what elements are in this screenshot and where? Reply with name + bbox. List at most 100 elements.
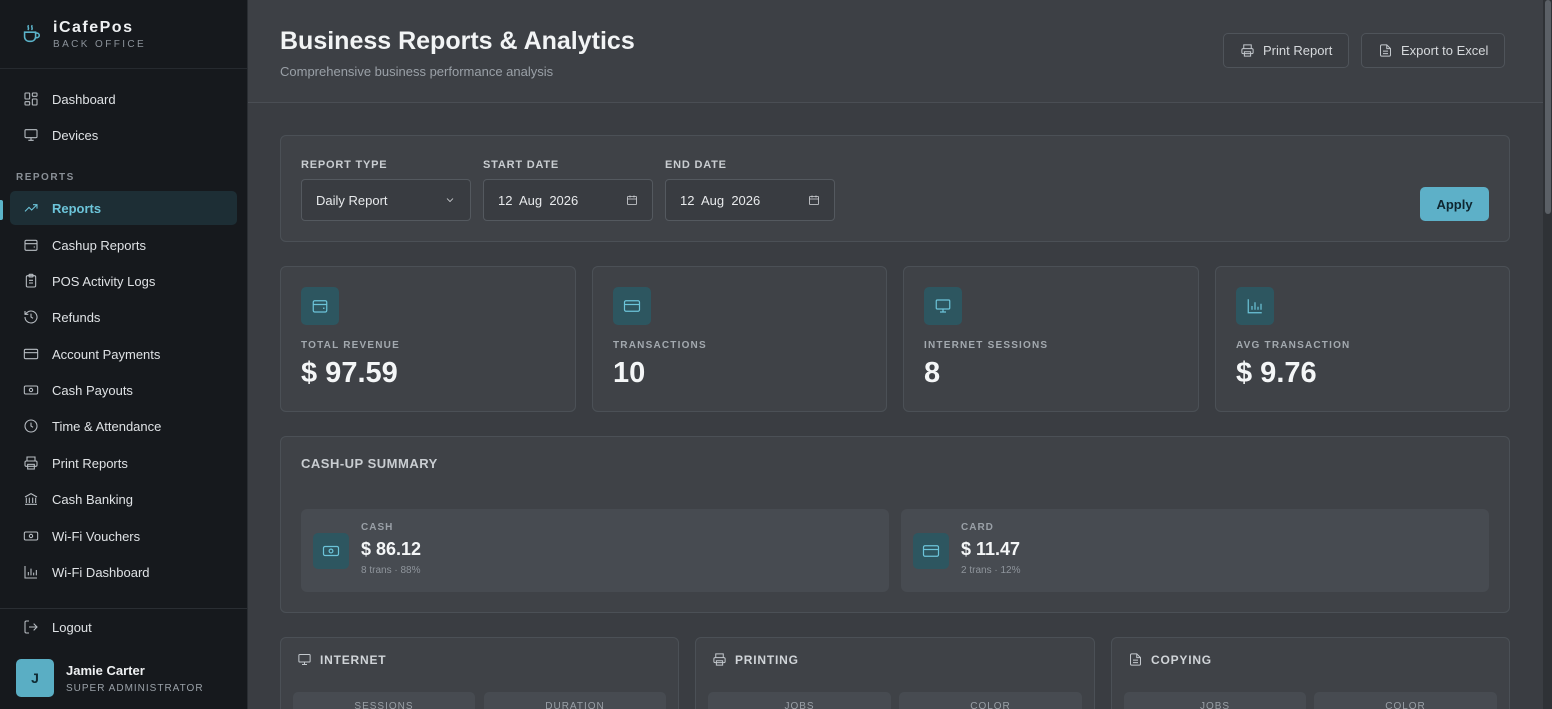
cashup-meta: 8 trans · 88%	[361, 565, 421, 576]
sidebar-item-devices[interactable]: Devices	[10, 118, 237, 152]
credit-card-icon	[23, 348, 39, 360]
user-role: SUPER ADMINISTRATOR	[66, 682, 204, 694]
printer-icon	[713, 653, 726, 666]
apply-button[interactable]: Apply	[1420, 187, 1489, 221]
sidebar-item-label: Dashboard	[52, 91, 116, 107]
sidebar-item-dashboard[interactable]: Dashboard	[10, 82, 237, 116]
sidebar-item-reports[interactable]: Reports	[10, 191, 237, 225]
stat-value: $ 9.76	[1236, 357, 1317, 389]
category-metric: SESSIONS	[293, 692, 475, 709]
cashup-value: $ 86.12	[361, 539, 422, 559]
category-metric: JOBS	[1124, 692, 1306, 709]
user-profile[interactable]: J Jamie Carter SUPER ADMINISTRATOR	[16, 659, 204, 697]
monitor-icon	[24, 129, 38, 141]
export-excel-button[interactable]: Export to Excel	[1361, 33, 1506, 68]
cashup-cash-card: CASH $ 86.12 8 trans · 88%	[301, 509, 889, 592]
category-panel-copying: COPYING JOBS COLOR	[1111, 637, 1510, 709]
page-subtitle: Comprehensive business performance analy…	[280, 64, 554, 79]
report-type-label: REPORT TYPE	[301, 159, 388, 171]
sidebar-item-label: Wi-Fi Dashboard	[52, 564, 150, 580]
active-indicator	[0, 200, 3, 220]
clipboard-icon	[25, 273, 37, 288]
sidebar: iCafePos BACK OFFICE Dashboard Devices R…	[0, 0, 248, 709]
bank-icon	[24, 493, 38, 505]
end-date-value: 12 Aug 2026	[680, 192, 761, 208]
monitor-icon	[298, 654, 311, 665]
printer-icon	[1241, 44, 1254, 57]
wallet-icon	[312, 300, 328, 313]
credit-card-icon	[623, 300, 641, 312]
sidebar-item-label: Cash Banking	[52, 491, 133, 507]
trending-up-icon	[24, 204, 38, 212]
bar-chart-icon	[24, 566, 37, 579]
stat-value: 10	[613, 357, 646, 389]
history-icon	[24, 310, 38, 324]
sidebar-item-cash-payouts[interactable]: Cash Payouts	[10, 373, 237, 407]
stat-icon-wrap	[301, 287, 339, 325]
logout-label: Logout	[52, 619, 92, 635]
sidebar-item-cashup-reports[interactable]: Cashup Reports	[10, 228, 237, 262]
sidebar-item-pos-activity-logs[interactable]: POS Activity Logs	[10, 264, 237, 298]
cashup-label: CARD	[961, 522, 994, 533]
document-icon	[1380, 44, 1391, 57]
sidebar-item-cash-banking[interactable]: Cash Banking	[10, 482, 237, 516]
end-date-input[interactable]: 12 Aug 2026	[665, 179, 835, 221]
sidebar-item-print-reports[interactable]: Print Reports	[10, 446, 237, 480]
logout-button[interactable]: Logout	[10, 610, 237, 644]
sidebar-item-refunds[interactable]: Refunds	[10, 300, 237, 334]
stat-label: AVG TRANSACTION	[1236, 340, 1351, 351]
scrollbar-thumb[interactable]	[1545, 0, 1551, 214]
report-type-select[interactable]: Daily Report	[301, 179, 471, 221]
category-metric: JOBS	[708, 692, 891, 709]
page-header: Business Reports & Analytics Comprehensi…	[248, 0, 1543, 103]
user-name: Jamie Carter	[66, 662, 145, 678]
print-report-button[interactable]: Print Report	[1223, 33, 1350, 68]
avatar: J	[16, 659, 54, 697]
sidebar-item-label: Time & Attendance	[52, 418, 162, 434]
sidebar-item-label: Account Payments	[52, 346, 161, 362]
brand-subtitle: BACK OFFICE	[53, 38, 147, 50]
logout-icon	[24, 620, 38, 634]
category-header: PRINTING	[712, 652, 799, 667]
cashup-label: CASH	[361, 522, 394, 533]
sidebar-item-label: Cash Payouts	[52, 382, 133, 398]
document-icon	[1130, 653, 1141, 666]
page-title: Business Reports & Analytics	[280, 27, 635, 55]
sidebar-item-label: Devices	[52, 127, 99, 143]
start-date-input[interactable]: 12 Aug 2026	[483, 179, 653, 221]
banknote-icon	[322, 545, 340, 557]
category-header: COPYING	[1128, 652, 1212, 667]
category-header: INTERNET	[297, 652, 386, 667]
printer-icon	[24, 456, 38, 470]
stat-card-total-revenue: TOTAL REVENUE $ 97.59	[280, 266, 576, 412]
category-title: INTERNET	[320, 652, 387, 667]
sum-icon-wrap	[313, 533, 349, 569]
stat-label: INTERNET SESSIONS	[924, 340, 1049, 351]
brand: iCafePos BACK OFFICE	[0, 0, 247, 69]
sidebar-item-wifi-vouchers[interactable]: Wi-Fi Vouchers	[10, 519, 237, 553]
stat-label: TRANSACTIONS	[613, 340, 707, 351]
sidebar-item-time-attendance[interactable]: Time & Attendance	[10, 409, 237, 443]
end-date-label: END DATE	[665, 159, 727, 171]
sidebar-item-wifi-dashboard[interactable]: Wi-Fi Dashboard	[10, 555, 237, 589]
sidebar-item-account-payments[interactable]: Account Payments	[10, 337, 237, 371]
calendar-icon[interactable]	[626, 194, 638, 206]
cashup-meta: 2 trans · 12%	[961, 565, 1021, 576]
bar-chart-icon	[1247, 299, 1262, 314]
sidebar-divider	[0, 608, 248, 609]
cashup-summary-title: CASH-UP SUMMARY	[301, 456, 438, 471]
category-metric: COLOR	[1314, 692, 1497, 709]
stat-value: $ 97.59	[301, 357, 398, 389]
chevron-down-icon	[446, 198, 454, 203]
stat-icon-wrap	[1236, 287, 1274, 325]
start-date-label: START DATE	[483, 159, 560, 171]
stat-icon-wrap	[924, 287, 962, 325]
calendar-icon[interactable]	[808, 194, 820, 206]
brand-name: iCafePos	[53, 18, 134, 36]
clock-icon	[24, 419, 38, 433]
category-metric: COLOR	[899, 692, 1082, 709]
stat-card-internet-sessions: INTERNET SESSIONS 8	[903, 266, 1199, 412]
wallet-icon	[24, 239, 38, 251]
sidebar-item-label: Reports	[52, 200, 102, 216]
cashup-summary-panel: CASH-UP SUMMARY CASH $ 86.12 8 trans · 8…	[280, 436, 1510, 613]
